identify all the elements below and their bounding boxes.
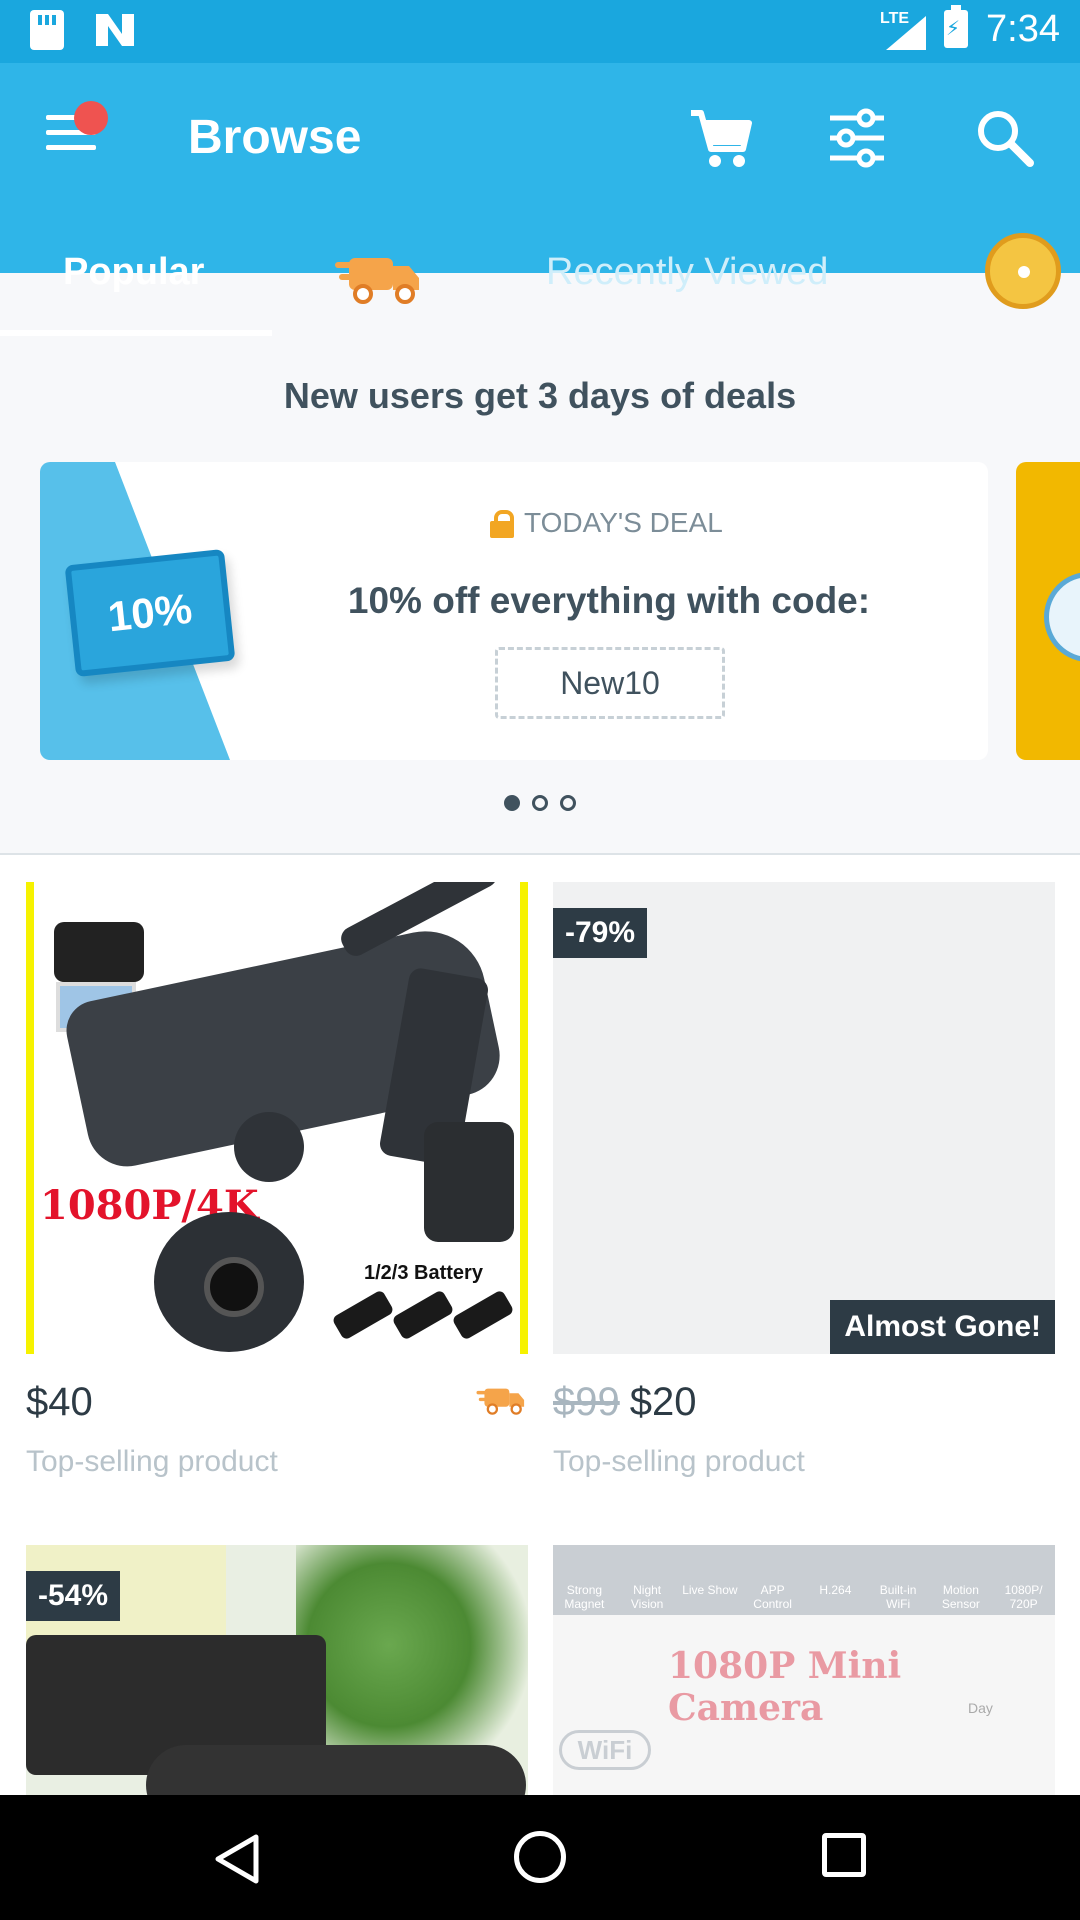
- cart-icon[interactable]: [685, 103, 755, 173]
- system-nav-bar: [0, 1795, 1080, 1920]
- feature-label: Night Vision: [630, 1583, 664, 1611]
- battery-pack: [451, 1289, 515, 1341]
- discount-badge: -79%: [553, 908, 648, 958]
- tab-bar: Popular Recently Viewed: [0, 226, 1080, 336]
- product-image-drone[interactable]: 1080P/4K 1/2/3 Battery: [26, 882, 528, 1354]
- battery-pack: [331, 1289, 395, 1341]
- battery-icon: [944, 5, 969, 48]
- search-icon[interactable]: [970, 103, 1040, 173]
- sd-card-icon: [30, 10, 64, 50]
- feature-label: Built-in WiFi: [879, 1583, 917, 1611]
- notification-dot: [74, 101, 108, 135]
- promo-code[interactable]: New10: [495, 647, 725, 719]
- tab-recently-viewed[interactable]: Recently Viewed: [546, 251, 828, 294]
- status-bar: LTE 7:34: [0, 0, 1080, 63]
- day-label: Day: [968, 1700, 993, 1716]
- drone-gimbal: [234, 1112, 304, 1182]
- product-price: $99 $20: [553, 1380, 697, 1424]
- feature-label: Strong Magnet: [564, 1583, 605, 1611]
- deal-card[interactable]: 10% TODAY'S DEAL 10% off everything with…: [40, 462, 988, 760]
- notification-n-icon: [96, 14, 134, 46]
- shipping-truck-icon: [476, 1388, 525, 1415]
- back-icon[interactable]: [212, 1833, 262, 1885]
- carousel-dot[interactable]: [532, 795, 548, 811]
- feature-label: APP Control: [753, 1583, 792, 1611]
- carousel-dot[interactable]: [560, 795, 576, 811]
- free-shipping-truck-icon[interactable]: [335, 248, 425, 308]
- feature-strip: Strong Magnet Night Vision Live Show APP…: [553, 1545, 1055, 1615]
- feature-label: Live Show: [682, 1583, 738, 1597]
- wifi-label: WiFi: [559, 1730, 651, 1770]
- lte-signal-icon: LTE: [880, 6, 927, 52]
- product-subtitle: Top-selling product: [553, 1445, 805, 1478]
- speaker-body: [146, 1745, 526, 1795]
- product-image-title: 1080P Mini Camera: [668, 1645, 902, 1729]
- tab-popular[interactable]: Popular: [63, 251, 204, 294]
- spin-wheel-icon[interactable]: [985, 233, 1061, 309]
- carry-case: [424, 1122, 514, 1242]
- discount-badge: -54%: [26, 1571, 121, 1621]
- clock: 7:34: [986, 7, 1060, 50]
- lock-icon: [490, 510, 514, 538]
- next-deal-card[interactable]: [1016, 462, 1080, 760]
- product-image-speaker[interactable]: -54%: [26, 1545, 528, 1795]
- page-title: Browse: [188, 111, 362, 164]
- filter-icon[interactable]: [822, 103, 892, 173]
- battery-label: 1/2/3 Battery: [364, 1262, 483, 1284]
- product-price: $40: [26, 1380, 93, 1424]
- app-bar: Browse Popular Recently Viewed: [0, 63, 1080, 336]
- product-image-placeholder[interactable]: -79% Almost Gone!: [553, 882, 1055, 1354]
- home-icon[interactable]: [514, 1831, 566, 1883]
- remote-control: [54, 922, 144, 982]
- almost-gone-tag: Almost Gone!: [830, 1300, 1055, 1354]
- recent-apps-icon[interactable]: [822, 1833, 866, 1877]
- original-price: $99: [553, 1380, 620, 1424]
- battery-pack: [391, 1289, 455, 1341]
- deal-text: 10% off everything with code:: [347, 580, 871, 621]
- discount-ticket-icon: 10%: [64, 548, 236, 678]
- carousel-dot[interactable]: [504, 795, 520, 811]
- feature-label: Motion Sensor: [941, 1583, 980, 1611]
- product-subtitle: Top-selling product: [26, 1445, 278, 1478]
- carousel-indicator: [504, 795, 576, 811]
- camera-closeup: [154, 1212, 304, 1352]
- feature-label: H.264: [819, 1583, 852, 1597]
- promo-heading: New users get 3 days of deals: [283, 375, 797, 416]
- product-image-camera[interactable]: Strong Magnet Night Vision Live Show APP…: [553, 1545, 1055, 1795]
- deal-label: TODAY'S DEAL: [490, 507, 723, 539]
- tab-indicator: [0, 330, 272, 336]
- feature-label: 1080P/ 720P: [1004, 1583, 1043, 1611]
